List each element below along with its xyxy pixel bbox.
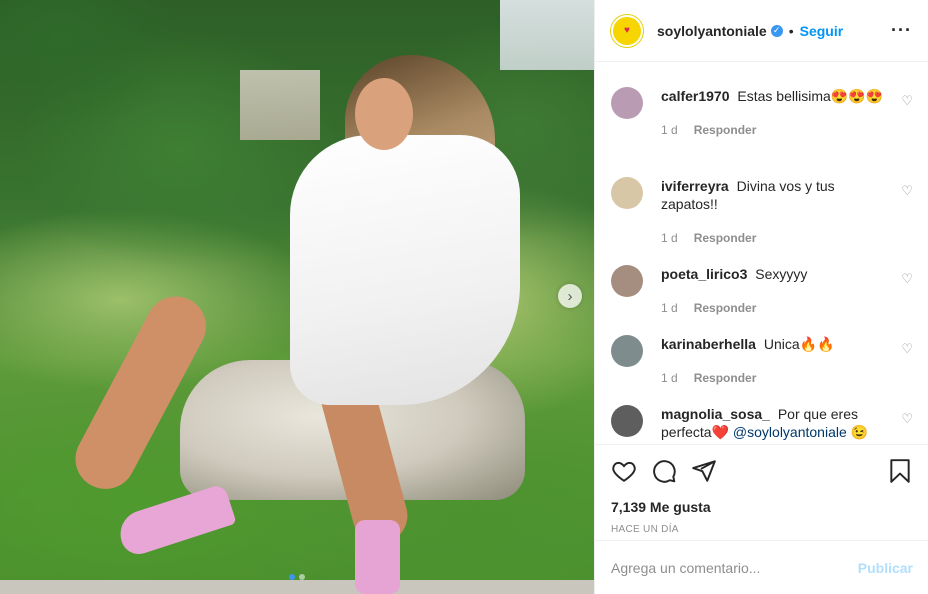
verified-badge-icon: ✓ xyxy=(770,24,783,37)
comment-emoji: 😉 xyxy=(850,424,869,440)
photo-figure-dress xyxy=(290,135,520,405)
comment-like-heart-icon[interactable]: ♡ xyxy=(901,271,913,287)
likes-count[interactable]: 7,139 Me gusta xyxy=(611,499,913,515)
comment-input[interactable] xyxy=(611,559,858,576)
post-timestamp[interactable]: HACE UN DÍA xyxy=(611,524,913,535)
photo-figure-shoe xyxy=(355,520,400,594)
comment-text: Unica🔥🔥 xyxy=(763,336,835,352)
comment-text: Sexyyyy xyxy=(755,266,808,282)
photo-sky xyxy=(500,0,594,70)
reply-button[interactable]: Responder xyxy=(694,229,757,247)
photo-building xyxy=(240,70,320,140)
post-sidebar: ♥ soylolyantoniale ✓ • Seguir ··· calfer… xyxy=(594,0,928,594)
commenter-username[interactable]: iviferreyra xyxy=(661,178,729,194)
commenter-username[interactable]: poeta_lirico3 xyxy=(661,266,747,282)
more-options-icon[interactable]: ··· xyxy=(891,20,912,41)
author-username[interactable]: soylolyantoniale xyxy=(657,23,767,39)
comment-age[interactable]: 1 d xyxy=(661,121,678,139)
commenter-avatar[interactable] xyxy=(611,405,643,437)
comment-age[interactable]: 1 d xyxy=(661,299,678,317)
comment-like-heart-icon[interactable]: ♡ xyxy=(901,411,913,427)
comment-like-heart-icon[interactable]: ♡ xyxy=(901,341,913,357)
comment-like-heart-icon[interactable]: ♡ xyxy=(901,183,913,199)
heart-logo-icon: ♥ xyxy=(624,25,630,36)
comment-item: magnolia_sosa_ Por que eres perfecta❤️ @… xyxy=(611,405,913,441)
chevron-right-icon[interactable]: › xyxy=(558,284,582,308)
comment-icon[interactable] xyxy=(651,458,677,484)
reply-button[interactable]: Responder xyxy=(694,121,757,139)
action-icons xyxy=(611,457,913,485)
comments-list[interactable]: calfer1970 Estas bellisima😍😍😍 1 d Respon… xyxy=(595,63,928,443)
commenter-avatar[interactable] xyxy=(611,177,643,209)
heart-outline-icon[interactable] xyxy=(611,458,637,484)
header-separator: • xyxy=(788,22,794,39)
publish-button[interactable]: Publicar xyxy=(858,560,913,576)
add-comment-bar: Publicar xyxy=(595,540,928,594)
follow-button[interactable]: Seguir xyxy=(800,23,844,39)
instagram-post: › ♥ soylolyantoniale ✓ • Seguir ··· calf… xyxy=(0,0,928,594)
bookmark-icon[interactable] xyxy=(887,458,913,484)
photo-pavement xyxy=(0,580,594,594)
comment-mention[interactable]: @soylolyantoniale xyxy=(733,424,847,440)
comment-like-heart-icon[interactable]: ♡ xyxy=(901,93,913,109)
comment-age[interactable]: 1 d xyxy=(661,229,678,247)
reply-button[interactable]: Responder xyxy=(694,299,757,317)
commenter-username[interactable]: calfer1970 xyxy=(661,88,730,104)
commenter-avatar[interactable] xyxy=(611,87,643,119)
commenter-username[interactable]: karinaberhella xyxy=(661,336,756,352)
post-photo[interactable]: › xyxy=(0,0,594,594)
carousel-indicator xyxy=(0,574,594,580)
comment-text: Estas bellisima😍😍😍 xyxy=(737,88,884,104)
comment-age[interactable]: 1 d xyxy=(661,369,678,387)
post-header: ♥ soylolyantoniale ✓ • Seguir ··· xyxy=(595,0,928,62)
photo-figure-shoe xyxy=(114,483,237,559)
author-avatar[interactable]: ♥ xyxy=(611,14,643,47)
carousel-dot-active xyxy=(289,574,295,580)
carousel-dot xyxy=(299,574,305,580)
comment-item: poeta_lirico3 Sexyyyy 1 d Responder ♡ xyxy=(611,265,913,317)
comment-item: karinaberhella Unica🔥🔥 1 d Responder ♡ xyxy=(611,335,913,387)
commenter-avatar[interactable] xyxy=(611,265,643,297)
share-icon[interactable] xyxy=(691,458,717,484)
commenter-username[interactable]: magnolia_sosa_ xyxy=(661,406,770,422)
reply-button[interactable]: Responder xyxy=(694,369,757,387)
comment-item: calfer1970 Estas bellisima😍😍😍 1 d Respon… xyxy=(611,87,913,139)
comment-item: iviferreyra Divina vos y tus zapatos!! 1… xyxy=(611,177,913,247)
photo-figure-face xyxy=(355,78,413,150)
post-actions: 7,139 Me gusta HACE UN DÍA xyxy=(595,444,928,535)
commenter-avatar[interactable] xyxy=(611,335,643,367)
